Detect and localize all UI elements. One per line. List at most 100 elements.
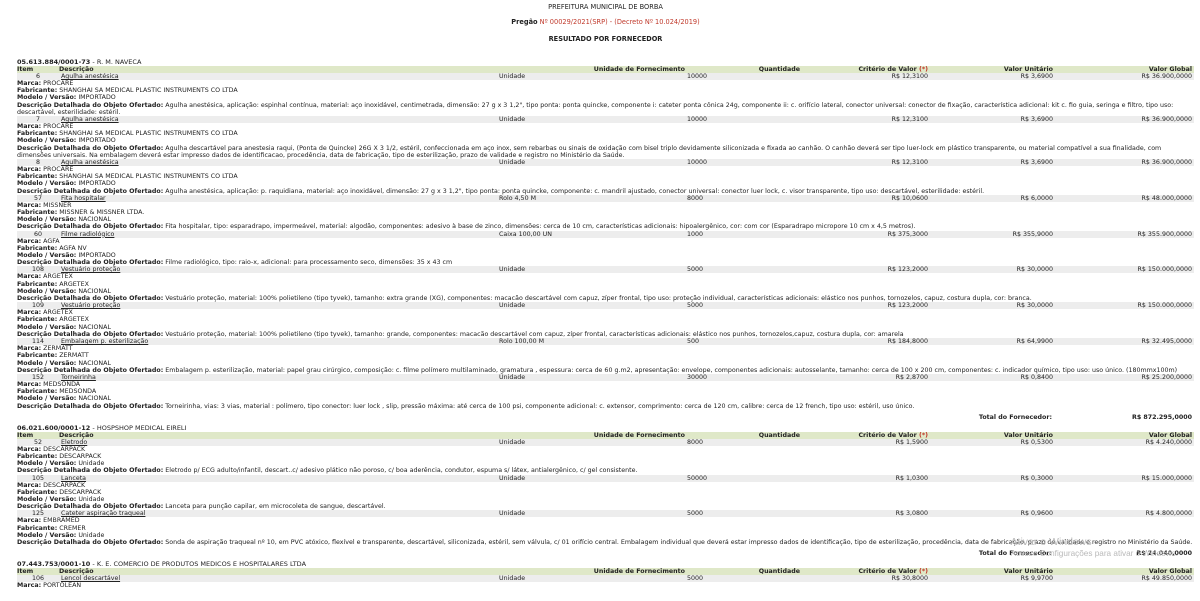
- column-valor-unitario: Valor Unitário: [1003, 568, 1053, 576]
- item-description-link[interactable]: Eletrodo: [59, 439, 499, 446]
- item-description-link[interactable]: Vestuário proteção: [59, 302, 499, 309]
- pregao-number: Nº 00029/2021(SRP) - (Decreto Nº 10.024/…: [539, 18, 700, 26]
- item-description-link[interactable]: Vestuário proteção: [59, 266, 499, 273]
- item-description-link[interactable]: Lencol descartável: [59, 575, 499, 582]
- item-detailed-description: Agulha descartável para anestesia raqui,…: [17, 144, 1162, 159]
- item-model: Unidade: [78, 531, 105, 539]
- item-manufacturer-label: Fabricante:: [17, 524, 58, 532]
- item-manufacturer-line: Fabricante: DESCARPACK: [17, 489, 1194, 496]
- item-quantity: 5000: [687, 575, 704, 583]
- column-criterio: Critério de Valor (*): [802, 568, 930, 575]
- item-manufacturer-label: Fabricante:: [17, 352, 58, 360]
- item-manufacturer-label: Fabricante:: [17, 488, 58, 496]
- item-detailed-description: Vestuário proteção, material: 100% polie…: [165, 295, 1032, 303]
- item-criterio-valor: R$ 1,0300: [895, 474, 928, 482]
- item-detailed-description-line: Descrição Detalhada do Objeto Ofertado: …: [17, 403, 1194, 410]
- item-brand: PROCARE: [43, 80, 74, 87]
- item-row: 106 Lencol descartável Unidade 5000 R$ 30,80…: [17, 575, 1194, 583]
- column-criterio: Critério de Valor (*): [802, 66, 930, 73]
- item-criterio-valor: R$ 3,0800: [895, 510, 928, 518]
- report-header: PREFEITURA MUNICIPAL DE BORBA Pregão Nº …: [17, 0, 1194, 44]
- item-brand-label: Marca:: [17, 345, 42, 353]
- item-unit-price: R$ 3,6900: [1020, 159, 1053, 167]
- item-manufacturer-line: Fabricante: ZERMATT: [17, 352, 1194, 359]
- item-description-link[interactable]: Lanceta: [59, 475, 499, 482]
- item-description-link[interactable]: Embalagem p. esterilização: [59, 338, 499, 345]
- item-detailed-description-label: Descrição Detalhada do Objeto Ofertado:: [17, 330, 164, 338]
- item-unit-price: R$ 0,3000: [1020, 474, 1053, 482]
- item-number: 152: [31, 373, 45, 381]
- item-detailed-description: Eletrodo p/ ECG adulto/infantil, descart…: [165, 467, 638, 475]
- item-quantity: 50000: [687, 474, 708, 482]
- item-unit: Rolo 4,50 M: [499, 194, 537, 202]
- item-global-price: R$ 4.240,0000: [1145, 438, 1192, 446]
- item-brand-label: Marca:: [17, 481, 42, 489]
- item-number: 7: [35, 116, 40, 124]
- item-model: NACIONAL: [78, 359, 111, 367]
- item-global-price: R$ 4.800,0000: [1145, 510, 1192, 518]
- item-unit: Unidade: [499, 116, 526, 124]
- item-model-line: Modelo / Versão: IMPORTADO: [17, 180, 1194, 187]
- item-global-price: R$ 32.495,0000: [1141, 338, 1192, 346]
- item-description-link[interactable]: Fita hospitalar: [59, 195, 499, 202]
- column-valor-global: Valor Global: [1148, 66, 1192, 73]
- item-global-price: R$ 36.900,0000: [1141, 73, 1192, 80]
- item-description-link[interactable]: Agulha anestésica: [59, 73, 499, 80]
- item-brand-label: Marca:: [17, 201, 42, 209]
- column-valor-global: Valor Global: [1148, 568, 1192, 576]
- item-quantity: 10000: [687, 159, 708, 167]
- item-detailed-description-label: Descrição Detalhada do Objeto Ofertado:: [17, 503, 164, 511]
- item-detailed-description: Torneirinha, vias: 3 vias, material : po…: [165, 402, 915, 410]
- column-criterio-mark: (*): [918, 568, 928, 576]
- item-model-label: Modelo / Versão:: [17, 180, 77, 188]
- item-manufacturer: SHANGHAI SA MEDICAL PLASTIC INSTRUMENTS …: [59, 130, 238, 138]
- item-row: 108 Vestuário proteção Unidade 5000 R$ 123,2…: [17, 266, 1194, 274]
- item-number: 114: [31, 338, 45, 346]
- item-detailed-description-label: Descrição Detalhada do Objeto Ofertado:: [17, 366, 164, 374]
- item-model-line: Modelo / Versão: NACIONAL: [17, 288, 1194, 295]
- item-number: 105: [31, 474, 45, 482]
- column-criterio-mark: (*): [918, 431, 928, 439]
- supplier-cnpj: 05.613.884/0001-73: [17, 58, 91, 66]
- item-detailed-description-label: Descrição Detalhada do Objeto Ofertado:: [17, 187, 164, 195]
- item-global-price: R$ 355.900,0000: [1137, 230, 1192, 238]
- item-model-label: Modelo / Versão:: [17, 287, 77, 295]
- item-global-price: R$ 36.900,0000: [1141, 116, 1192, 124]
- column-descricao: Descrição: [59, 568, 94, 576]
- item-unit-price: R$ 3,6900: [1020, 73, 1053, 80]
- item-brand: MEDSONDA: [43, 380, 81, 388]
- organization-name: PREFEITURA MUNICIPAL DE BORBA: [548, 3, 663, 11]
- watermark-title: Ativar o Windows: [1010, 536, 1092, 548]
- item-brand-label: Marca:: [17, 380, 42, 388]
- item-description-link[interactable]: Torneirinha: [59, 374, 499, 381]
- item-model-label: Modelo / Versão:: [17, 323, 77, 331]
- item-unit: Unidade: [499, 438, 526, 446]
- item-description-link[interactable]: Cateter aspiração traqueal: [59, 510, 499, 517]
- item-model-label: Modelo / Versão:: [17, 252, 77, 260]
- item-detailed-description-label: Descrição Detalhada do Objeto Ofertado:: [17, 101, 164, 109]
- item-description-link[interactable]: Agulha anestésica: [59, 159, 499, 166]
- item-model-label: Modelo / Versão:: [17, 94, 77, 102]
- item-criterio-valor: R$ 12,3100: [891, 73, 928, 80]
- item-global-price: R$ 150.000,0000: [1137, 302, 1192, 310]
- item-global-price: R$ 49.850,0000: [1141, 575, 1192, 583]
- item-quantity: 5000: [687, 302, 704, 310]
- item-manufacturer: MISSNER & MISSNER LTDA.: [59, 209, 145, 217]
- item-row: 6 Agulha anestésica Unidade 10000 R$ 12,3100…: [17, 73, 1194, 80]
- item-unit: Unidade: [499, 373, 526, 381]
- item-description-link[interactable]: Agulha anestésica: [59, 116, 499, 123]
- item-detailed-description-label: Descrição Detalhada do Objeto Ofertado:: [17, 144, 164, 152]
- item-detailed-description-line: Descrição Detalhada do Objeto Ofertado: …: [17, 223, 1194, 230]
- column-quantidade: Quantidade: [758, 568, 800, 576]
- item-brand: AGFA: [43, 237, 60, 245]
- item-detailed-description: Agulha anestésica, aplicação: p. raquidi…: [165, 187, 985, 195]
- item-criterio-valor: R$ 123,2000: [887, 302, 928, 310]
- item-manufacturer-label: Fabricante:: [17, 316, 58, 324]
- item-description-link[interactable]: Filme radiológico: [59, 231, 499, 238]
- item-brand-line: Marca: ARGETEX: [17, 309, 1194, 316]
- item-unit: Unidade: [499, 73, 526, 80]
- item-unit: Caixa 100,00 UN: [499, 230, 552, 238]
- item-criterio-valor: R$ 12,3100: [891, 159, 928, 167]
- item-brand: MISSNER: [43, 201, 72, 209]
- item-detailed-description: Lanceta para punção capilar, em microcol…: [165, 503, 386, 511]
